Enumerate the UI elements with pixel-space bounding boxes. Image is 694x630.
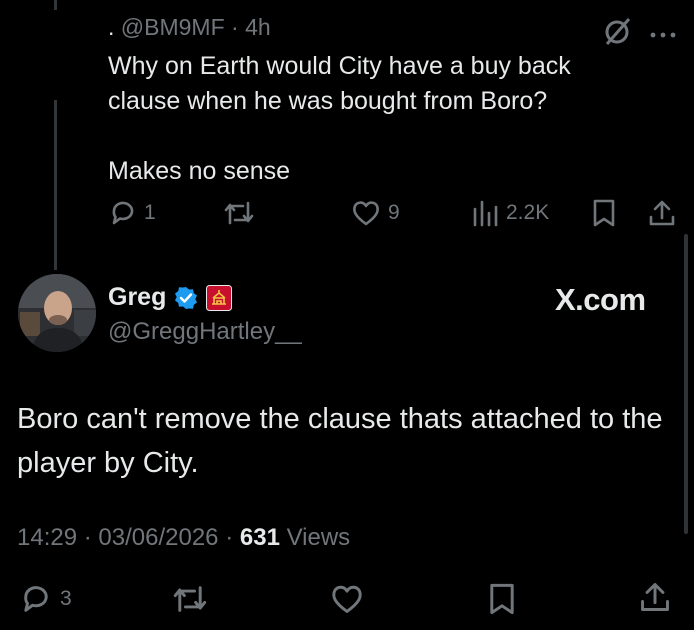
reply-icon bbox=[112, 201, 134, 225]
share-icon bbox=[649, 200, 675, 226]
bookmark-icon bbox=[593, 199, 615, 227]
meta-sep: · bbox=[83, 524, 92, 551]
meta-sep: · bbox=[225, 524, 234, 551]
reply-icon bbox=[24, 586, 48, 612]
retweet-icon bbox=[224, 201, 254, 225]
views-count: 631 bbox=[239, 524, 280, 551]
reply-bookmark-button[interactable] bbox=[591, 198, 617, 228]
like-button[interactable] bbox=[328, 582, 366, 616]
reply-line: Why on Earth would City have a buy back bbox=[108, 52, 571, 80]
share-button[interactable] bbox=[638, 580, 672, 614]
reply-share-button[interactable] bbox=[647, 198, 677, 228]
tweet-date[interactable]: 03/06/2026 bbox=[98, 524, 218, 551]
reply-count: 1 bbox=[144, 201, 156, 224]
like-icon bbox=[332, 585, 362, 613]
reply-like-button[interactable]: 9 bbox=[350, 198, 400, 228]
author-name[interactable]: Greg bbox=[108, 283, 166, 312]
reply-retweet-button[interactable] bbox=[222, 198, 256, 228]
bookmark-icon bbox=[490, 583, 514, 615]
reply-line: Makes no sense bbox=[108, 157, 291, 185]
like-count: 9 bbox=[388, 201, 400, 224]
affiliate-badge-icon[interactable] bbox=[206, 284, 233, 311]
share-icon bbox=[641, 583, 669, 611]
reply-handle[interactable]: @BM9MF bbox=[121, 14, 225, 40]
like-icon bbox=[353, 201, 379, 226]
reply-button[interactable]: 3 bbox=[18, 582, 72, 616]
tweet-time[interactable]: 14:29 bbox=[17, 524, 77, 551]
views-label: Views bbox=[286, 524, 351, 551]
thread-line bbox=[54, 100, 57, 270]
reply-sep: · bbox=[231, 14, 239, 40]
author-handle[interactable]: @GreggHartley__ bbox=[108, 318, 302, 346]
reply-text: Why on Earth would City have a buy back … bbox=[108, 49, 628, 189]
scrollbar[interactable] bbox=[684, 234, 688, 534]
analytics-icon bbox=[473, 200, 498, 227]
avatar[interactable] bbox=[18, 274, 96, 352]
verified-badge-icon bbox=[175, 286, 198, 309]
reply-line: clause when he was bought from Boro? bbox=[108, 87, 548, 115]
retweet-button[interactable] bbox=[170, 582, 210, 616]
thread-line-top bbox=[54, 0, 57, 10]
reply-reply-button[interactable]: 1 bbox=[108, 198, 156, 228]
tweet-text: Boro can't remove the clause thats attac… bbox=[17, 403, 663, 479]
more-icon[interactable] bbox=[650, 26, 676, 44]
brand-label: X.com bbox=[555, 282, 646, 317]
reply-time[interactable]: 4h bbox=[245, 14, 271, 40]
tweet-meta: 14:29 · 03/06/2026 · 631 Views bbox=[17, 524, 350, 552]
reply-header: . @BM9MF · 4h bbox=[108, 14, 271, 41]
views-count: 2.2K bbox=[506, 201, 550, 224]
author-row: Greg bbox=[108, 283, 233, 312]
bookmark-button[interactable] bbox=[487, 582, 517, 616]
reply-views-button[interactable]: 2.2K bbox=[470, 198, 549, 228]
reply-prefix: . bbox=[108, 14, 115, 40]
retweet-icon bbox=[173, 586, 207, 612]
reply-count: 3 bbox=[60, 587, 72, 610]
grok-icon[interactable] bbox=[603, 16, 633, 51]
